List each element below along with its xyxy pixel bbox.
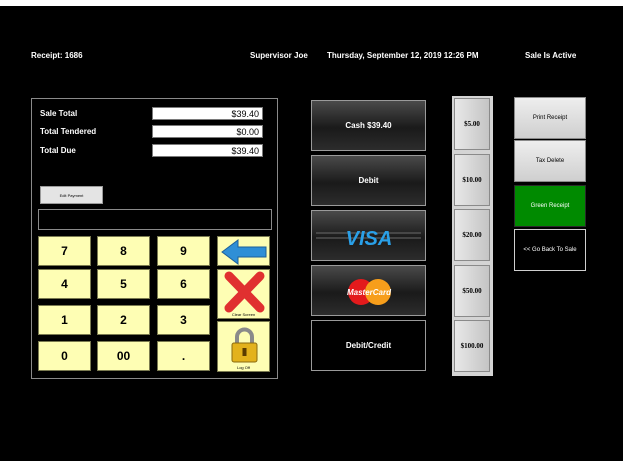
key-9[interactable]: 9 (157, 236, 210, 266)
mastercard-logo: MasterCard (347, 279, 392, 305)
sale-status: Sale Is Active (525, 51, 577, 60)
key-1[interactable]: 1 (38, 305, 91, 335)
key-0[interactable]: 0 (38, 341, 91, 371)
cash-100-button[interactable]: $100.00 (454, 320, 490, 372)
clear-screen-button[interactable]: Clear Screen (217, 269, 270, 319)
key-decimal[interactable]: . (157, 341, 210, 371)
key-8[interactable]: 8 (97, 236, 150, 266)
debit-button-label: Debit (358, 176, 379, 185)
backspace-arrow-icon (221, 239, 267, 265)
total-tendered-label: Total Tendered (40, 127, 97, 136)
supervisor-name: Supervisor Joe (250, 51, 308, 60)
key-3[interactable]: 3 (157, 305, 210, 335)
mastercard-button[interactable]: MasterCard (311, 265, 426, 316)
green-receipt-button[interactable]: Green Receipt (514, 185, 586, 227)
receipt-number: Receipt: 1686 (31, 51, 83, 60)
tax-delete-button[interactable]: Tax Delete (514, 140, 586, 182)
log-off-label: Log Off (236, 365, 251, 370)
total-tendered-field: $0.00 (152, 125, 263, 138)
print-receipt-button[interactable]: Print Receipt (514, 97, 586, 139)
log-off-button[interactable]: Log Off (217, 321, 270, 372)
cash-10-button[interactable]: $10.00 (454, 154, 490, 206)
debit-credit-label: Debit/Credit (345, 341, 392, 350)
clear-x-icon (224, 271, 265, 313)
debit-button[interactable]: Debit (311, 155, 426, 206)
key-2[interactable]: 2 (97, 305, 150, 335)
backspace-button[interactable] (217, 236, 270, 266)
cash-button[interactable]: Cash $39.40 (311, 100, 426, 151)
key-00[interactable]: 00 (97, 341, 150, 371)
sale-total-field: $39.40 (152, 107, 263, 120)
padlock-icon (231, 327, 258, 363)
key-5[interactable]: 5 (97, 269, 150, 299)
debit-credit-button[interactable]: Debit/Credit (311, 320, 426, 371)
cash-button-label: Cash $39.40 (345, 121, 392, 130)
sale-total-label: Sale Total (40, 109, 78, 118)
total-due-field: $39.40 (152, 144, 263, 157)
amount-entry-display[interactable] (38, 209, 272, 230)
key-7[interactable]: 7 (38, 236, 91, 266)
edit-payment-button[interactable]: Edit Payment (40, 186, 103, 204)
visa-logo: VISA (316, 228, 421, 250)
cash-50-button[interactable]: $50.00 (454, 265, 490, 317)
clear-screen-label: Clear Screen (231, 312, 256, 317)
tender-panel: Sale Total $39.40 Total Tendered $0.00 T… (31, 98, 278, 379)
visa-button[interactable]: VISA (311, 210, 426, 261)
screen: Receipt: 1686 Supervisor Joe Thursday, S… (0, 0, 623, 466)
go-back-to-sale-button[interactable]: << Go Back To Sale (514, 229, 586, 271)
cash-20-button[interactable]: $20.00 (454, 209, 490, 261)
visa-logo-text: VISA (346, 228, 393, 250)
pos-window: Receipt: 1686 Supervisor Joe Thursday, S… (0, 0, 623, 461)
cash-5-button[interactable]: $5.00 (454, 98, 490, 150)
mastercard-logo-text: MasterCard (347, 288, 392, 297)
key-4[interactable]: 4 (38, 269, 91, 299)
total-due-label: Total Due (40, 146, 76, 155)
key-6[interactable]: 6 (157, 269, 210, 299)
date-time: Thursday, September 12, 2019 12:26 PM (327, 51, 479, 60)
